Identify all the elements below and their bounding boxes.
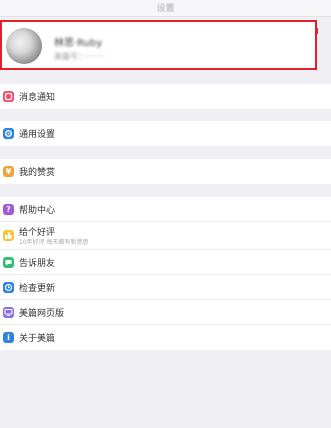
- update-icon: [3, 282, 14, 293]
- row-sublabel: 10年好评 每天都有新意思: [19, 239, 89, 246]
- share-icon: [3, 257, 14, 268]
- row-label: 关于美篇: [19, 334, 56, 344]
- row-label: 告诉朋友: [19, 259, 56, 269]
- row-tell-friends[interactable]: 告诉朋友: [0, 250, 331, 275]
- highlight-marker: [315, 28, 318, 34]
- gear-icon: [3, 128, 14, 139]
- row-about[interactable]: i 关于美篇: [0, 325, 331, 350]
- row-my-rewards[interactable]: ¥ 我的赞赏: [0, 159, 331, 184]
- row-web-version[interactable]: 美篇网页版: [0, 300, 331, 325]
- profile-name: 林思·Ruby: [54, 38, 103, 49]
- row-label: 帮助中心: [19, 206, 56, 216]
- bell-icon: [3, 91, 14, 102]
- profile-card[interactable]: 林思·Ruby 美篇号：·········: [0, 20, 318, 70]
- row-label: 检查更新: [19, 284, 56, 294]
- row-check-update[interactable]: 检查更新: [0, 275, 331, 300]
- row-notifications[interactable]: 消息通知: [0, 84, 331, 109]
- thumb-icon: [3, 230, 14, 241]
- row-rate-app[interactable]: 给个好评 10年好评 每天都有新意思: [0, 222, 331, 250]
- settings-group-general: 通用设置: [0, 121, 331, 146]
- settings-group-about: ? 帮助中心 给个好评 10年好评 每天都有新意思 告诉朋友 检查更新 美篇网页…: [0, 197, 331, 350]
- row-label: 通用设置: [19, 130, 56, 140]
- question-icon: ?: [3, 204, 14, 215]
- page-title: 设置: [156, 4, 175, 14]
- profile-id: 美篇号：·········: [54, 52, 105, 61]
- monitor-icon: [3, 307, 14, 318]
- row-help-center[interactable]: ? 帮助中心: [0, 197, 331, 222]
- avatar[interactable]: [6, 28, 42, 64]
- row-label: 美篇网页版: [19, 309, 65, 319]
- settings-group-notifications: 消息通知: [0, 84, 331, 109]
- info-icon: i: [3, 332, 14, 343]
- navigation-bar: 设置: [0, 0, 331, 17]
- row-general-settings[interactable]: 通用设置: [0, 121, 331, 146]
- settings-group-reward: ¥ 我的赞赏: [0, 159, 331, 184]
- yen-icon: ¥: [3, 166, 14, 177]
- row-label: 消息通知: [19, 93, 56, 103]
- row-label: 我的赞赏: [19, 168, 56, 178]
